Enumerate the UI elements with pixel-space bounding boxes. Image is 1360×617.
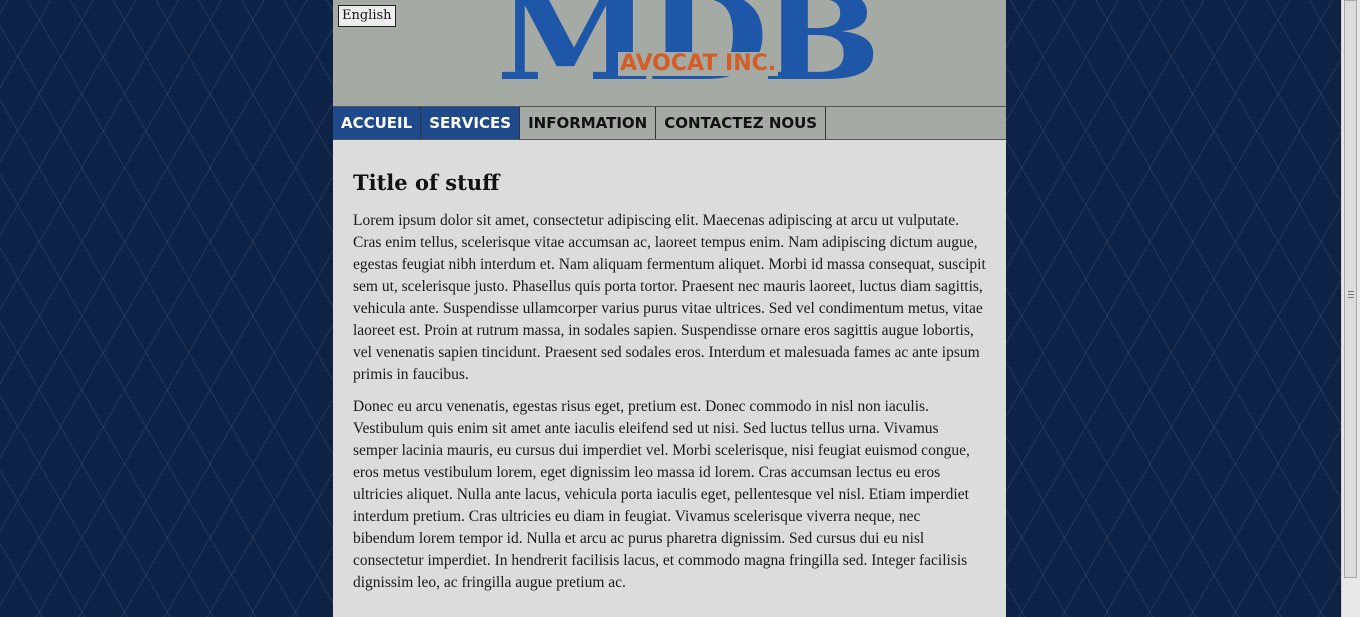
nav-item-contactez-nous[interactable]: CONTACTEZ NOUS xyxy=(656,107,827,139)
nav-item-accueil[interactable]: ACCUEIL xyxy=(333,107,422,139)
site-header: English MDB AVOCAT INC. xyxy=(333,0,1006,106)
paragraph-1: Lorem ipsum dolor sit amet, consectetur … xyxy=(353,212,986,383)
vertical-scrollbar[interactable] xyxy=(1341,0,1360,617)
logo[interactable]: MDB AVOCAT INC. xyxy=(496,0,881,102)
grip-line-icon xyxy=(1348,294,1354,295)
grip-line-icon xyxy=(1348,291,1354,292)
scrollbar-thumb[interactable] xyxy=(1344,0,1357,578)
language-toggle-button[interactable]: English xyxy=(338,5,396,27)
paragraph-2: Donec eu arcu venenatis, egestas risus e… xyxy=(353,398,970,591)
grip-line-icon xyxy=(1348,297,1354,298)
logo-sub-text: AVOCAT INC. xyxy=(618,51,779,76)
page-container: English MDB AVOCAT INC. ACCUEIL SERVICES… xyxy=(333,0,1006,617)
logo-main-text: MDB xyxy=(496,0,881,98)
nav-item-services[interactable]: SERVICES xyxy=(421,107,521,139)
main-content: Title of stuff Lorem ipsum dolor sit ame… xyxy=(333,140,1006,594)
main-nav: ACCUEIL SERVICES INFORMATION CONTACTEZ N… xyxy=(333,106,1006,140)
nav-item-information[interactable]: INFORMATION xyxy=(520,107,657,139)
page-title: Title of stuff xyxy=(353,170,500,195)
